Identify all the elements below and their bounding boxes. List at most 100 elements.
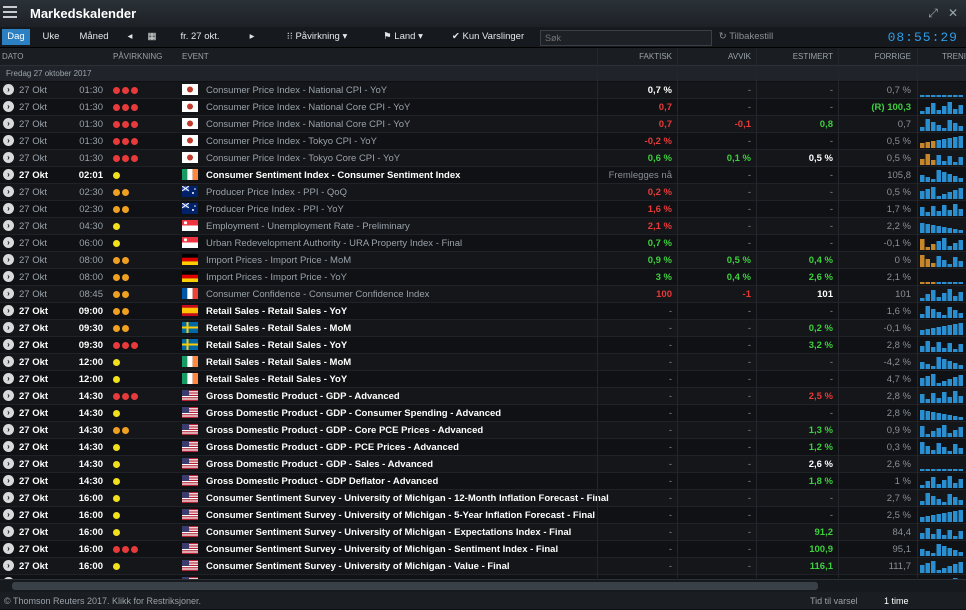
hamburger-menu-icon[interactable]: [3, 6, 17, 20]
expand-row-icon[interactable]: ›: [3, 101, 14, 112]
close-icon[interactable]: ✕: [944, 4, 962, 22]
table-row[interactable]: › 27 Okt 14:30 Gross Domestic Product - GDP…: [0, 388, 966, 405]
scrollbar-thumb[interactable]: [12, 582, 818, 590]
table-row[interactable]: › 27 Okt 01:30 Consumer Price Index - Natio…: [0, 116, 966, 133]
row-actual: 0,7 %: [647, 238, 672, 249]
reset-button[interactable]: ↻ Tilbakestill: [708, 29, 784, 45]
row-previous: 0,7 %: [886, 85, 911, 96]
column-divider: [917, 48, 918, 578]
country-flag-icon: [182, 152, 198, 163]
table-row[interactable]: › 27 Okt 12:00 Retail Sales - Retail Sales …: [0, 354, 966, 371]
expand-row-icon[interactable]: ›: [3, 390, 14, 401]
trend-sparkline: [920, 321, 964, 335]
table-row[interactable]: › 27 Okt 09:30 Retail Sales - Retail Sales …: [0, 337, 966, 354]
table-row[interactable]: › 27 Okt 01:30 Consumer Price Index - Tokyo…: [0, 150, 966, 167]
search-input[interactable]: [540, 30, 712, 46]
date-selector[interactable]: fr. 27 okt.: [166, 29, 234, 45]
col-faktisk[interactable]: FAKTISK: [639, 52, 672, 61]
table-row[interactable]: › 27 Okt 02:30 Producer Price Index - PPI -…: [0, 184, 966, 201]
expand-row-icon[interactable]: ›: [3, 169, 14, 180]
col-estimert[interactable]: ESTIMERT: [793, 52, 833, 61]
table-row[interactable]: › 27 Okt 16:00 Consumer Sentiment Survey - …: [0, 541, 966, 558]
expand-row-icon[interactable]: ›: [3, 84, 14, 95]
expand-row-icon[interactable]: ›: [3, 237, 14, 248]
table-row[interactable]: › 27 Okt 08:00 Import Prices - Import Price…: [0, 269, 966, 286]
table-row[interactable]: › 27 Okt 12:00 Retail Sales - Retail Sales …: [0, 371, 966, 388]
next-date-arrow-icon[interactable]: ▸: [244, 29, 260, 45]
table-row[interactable]: › 27 Okt 06:00 Urban Redevelopment Authorit…: [0, 235, 966, 252]
view-day-button[interactable]: Dag: [2, 29, 30, 45]
table-row[interactable]: › 27 Okt 02:30 Producer Price Index - PPI -…: [0, 201, 966, 218]
table-row[interactable]: › 27 Okt 16:00 Consumer Sentiment Survey - …: [0, 507, 966, 524]
expand-row-icon[interactable]: ›: [3, 424, 14, 435]
expand-row-icon[interactable]: ›: [3, 441, 14, 452]
table-row[interactable]: › 27 Okt 14:30 Gross Domestic Product - GDP…: [0, 473, 966, 490]
country-filter-dropdown[interactable]: ⚑ Land ▾: [370, 29, 436, 45]
expand-row-icon[interactable]: ›: [3, 373, 14, 384]
col-trend[interactable]: TRENI: [942, 52, 966, 61]
expand-row-icon[interactable]: ›: [3, 543, 14, 554]
table-row[interactable]: › 27 Okt 04:30 Employment - Unemployment Ra…: [0, 218, 966, 235]
impact-dot: [122, 308, 129, 315]
expand-row-icon[interactable]: ›: [3, 203, 14, 214]
view-month-button[interactable]: Måned: [74, 29, 114, 45]
table-row[interactable]: › 27 Okt 14:30 Gross Domestic Product - GDP…: [0, 422, 966, 439]
table-row[interactable]: › 27 Okt 14:30 Gross Domestic Product - GDP…: [0, 405, 966, 422]
alerts-only-toggle[interactable]: ✔ Kun Varslinger: [444, 29, 532, 45]
col-avvik[interactable]: AVVIK: [728, 52, 751, 61]
table-row[interactable]: › 27 Okt 01:30 Consumer Price Index - Tokyo…: [0, 133, 966, 150]
expand-row-icon[interactable]: ›: [3, 492, 14, 503]
expand-row-icon[interactable]: ›: [3, 288, 14, 299]
expand-row-icon[interactable]: ›: [3, 526, 14, 537]
country-flag-icon: [182, 84, 198, 95]
expand-row-icon[interactable]: ›: [3, 322, 14, 333]
expand-row-icon[interactable]: ›: [3, 254, 14, 265]
expand-row-icon[interactable]: ›: [3, 509, 14, 520]
col-dato[interactable]: DATO: [2, 52, 23, 61]
table-row[interactable]: › 27 Okt 16:00 Consumer Sentiment Survey - …: [0, 490, 966, 507]
table-row[interactable]: › 27 Okt 01:30 Consumer Price Index - Natio…: [0, 99, 966, 116]
prev-date-arrow-icon[interactable]: ◂: [122, 29, 138, 45]
table-row[interactable]: › 27 Okt 01:30 Consumer Price Index - Natio…: [0, 82, 966, 99]
row-time: 01:30: [79, 153, 103, 164]
expand-row-icon[interactable]: ›: [3, 118, 14, 129]
table-row[interactable]: › 27 Okt 09:30 Retail Sales - Retail Sales …: [0, 320, 966, 337]
expand-row-icon[interactable]: ›: [3, 305, 14, 316]
alert-time-value[interactable]: 1 time: [884, 596, 909, 606]
table-row[interactable]: › 27 Okt 16:00 Consumer Sentiment Survey - …: [0, 524, 966, 541]
expand-row-icon[interactable]: ›: [3, 152, 14, 163]
row-previous: 101: [895, 289, 911, 300]
expand-row-icon[interactable]: ›: [3, 135, 14, 146]
table-row[interactable]: › 27 Okt 08:45 Consumer Confidence - Consum…: [0, 286, 966, 303]
country-flag-icon: [182, 407, 198, 418]
country-flag-icon: [182, 101, 198, 112]
table-row[interactable]: › 27 Okt 14:30 Gross Domestic Product - GDP…: [0, 439, 966, 456]
expand-row-icon[interactable]: ›: [3, 271, 14, 282]
calendar-icon[interactable]: ▦: [144, 29, 160, 45]
row-event: Producer Price Index - PPI - YoY: [206, 204, 344, 215]
view-week-button[interactable]: Uke: [36, 29, 66, 45]
impact-filter-dropdown[interactable]: ⁝⁝ Påvirkning ▾: [272, 29, 362, 45]
col-event[interactable]: EVENT: [182, 52, 209, 61]
col-pavirkning[interactable]: PÅVIRKNING: [113, 52, 162, 61]
expand-row-icon[interactable]: ›: [3, 339, 14, 350]
expand-row-icon[interactable]: ›: [3, 356, 14, 367]
expand-row-icon[interactable]: ›: [3, 220, 14, 231]
table-row[interactable]: › 27 Okt 08:00 Import Prices - Import Price…: [0, 252, 966, 269]
row-deviation: -1: [742, 289, 751, 300]
copyright-link[interactable]: © Thomson Reuters 2017. Klikk for Restri…: [4, 596, 201, 606]
expand-row-icon[interactable]: ›: [3, 560, 14, 571]
impact-dot: [113, 512, 120, 519]
row-impact: [113, 477, 122, 488]
expand-icon[interactable]: ⤢: [924, 4, 942, 22]
expand-row-icon[interactable]: ›: [3, 407, 14, 418]
table-row[interactable]: › 27 Okt 09:00 Retail Sales - Retail Sales …: [0, 303, 966, 320]
table-row[interactable]: › 27 Okt 16:00 Consumer Sentiment Survey - …: [0, 558, 966, 575]
expand-row-icon[interactable]: ›: [3, 186, 14, 197]
horizontal-scrollbar[interactable]: [0, 579, 966, 592]
table-row[interactable]: › 27 Okt 14:30 Gross Domestic Product - GDP…: [0, 456, 966, 473]
table-row[interactable]: › 27 Okt 02:01 Consumer Sentiment Index - C…: [0, 167, 966, 184]
expand-row-icon[interactable]: ›: [3, 458, 14, 469]
col-forrige[interactable]: FORRIGE: [875, 52, 911, 61]
expand-row-icon[interactable]: ›: [3, 475, 14, 486]
